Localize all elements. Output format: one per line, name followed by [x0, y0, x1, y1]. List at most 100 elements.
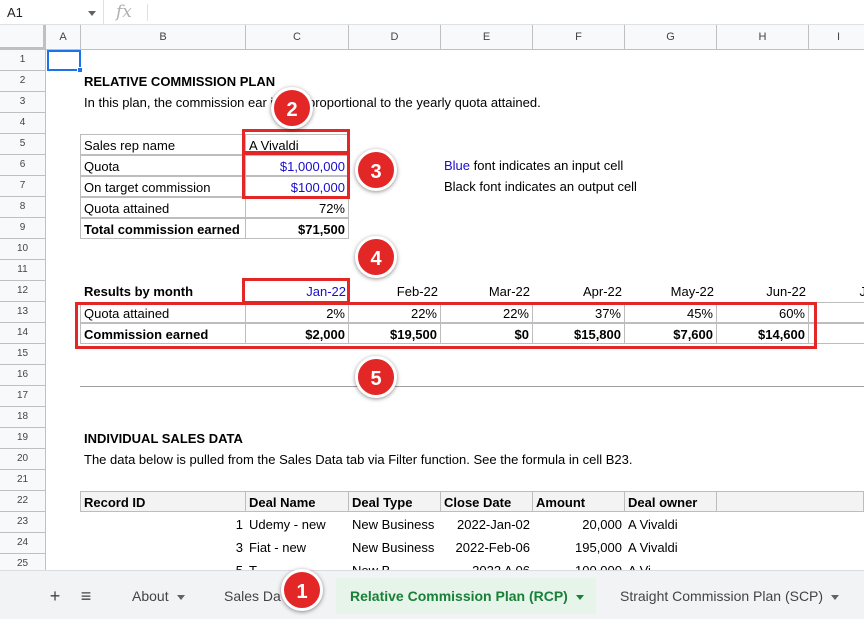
row-header[interactable]: 2 [0, 71, 46, 92]
sales-cell[interactable]: A Vi [625, 560, 654, 570]
chevron-down-icon[interactable] [575, 594, 584, 600]
month-header[interactable]: J [809, 281, 864, 302]
spreadsheet-grid[interactable]: A B C D E F G H I 1 2 3 4 5 6 7 8 9 10 1… [0, 25, 864, 570]
annotation-badge-4: 4 [355, 236, 397, 278]
row-header[interactable]: 23 [0, 512, 46, 533]
row-header[interactable]: 25 [0, 554, 46, 570]
selected-cell-a1[interactable] [47, 50, 81, 71]
month-header[interactable]: Jun-22 [717, 281, 809, 302]
column-header-g[interactable]: G [625, 25, 717, 50]
month-header[interactable]: Mar-22 [441, 281, 533, 302]
column-header-d[interactable]: D [349, 25, 441, 50]
row-header[interactable]: 8 [0, 197, 46, 218]
sales-description: The data below is pulled from the Sales … [84, 452, 633, 467]
row-header[interactable]: 19 [0, 428, 46, 449]
tab-rcp-label: Relative Commission Plan (RCP) [350, 588, 568, 604]
row-header[interactable]: 22 [0, 491, 46, 512]
month-header[interactable]: Apr-22 [533, 281, 625, 302]
column-header-h[interactable]: H [717, 25, 809, 50]
row-header[interactable]: 17 [0, 386, 46, 407]
legend-black: Black font indicates an output cell [444, 179, 637, 194]
total-commission-label[interactable]: Total commission earned [80, 218, 246, 239]
row-header[interactable]: 14 [0, 323, 46, 344]
section-divider-line [80, 386, 864, 387]
row-header[interactable]: 21 [0, 470, 46, 491]
sales-cell[interactable]: New Business [349, 537, 437, 558]
sales-cell[interactable]: 2022-Jan-02 [441, 514, 533, 535]
add-sheet-icon[interactable]: + [44, 585, 66, 607]
sales-cell[interactable]: 5 [81, 560, 246, 570]
sales-cell[interactable]: New B [349, 560, 393, 570]
row-header[interactable]: 1 [0, 50, 46, 71]
sales-header-record-id[interactable]: Record ID [80, 491, 246, 512]
rep-name-label[interactable]: Sales rep name [80, 134, 246, 155]
row-header[interactable]: 3 [0, 92, 46, 113]
otc-label[interactable]: On target commission [80, 176, 246, 197]
select-all-corner[interactable] [0, 25, 46, 50]
sales-cell[interactable]: 3 [81, 537, 246, 558]
sales-cell[interactable]: 1 [81, 514, 246, 535]
row-header[interactable]: 7 [0, 176, 46, 197]
quota-label[interactable]: Quota [80, 155, 246, 176]
tab-scp-label: Straight Commission Plan (SCP) [620, 588, 824, 604]
tab-relative-commission-plan[interactable]: Relative Commission Plan (RCP) [336, 578, 596, 614]
annotation-box-inputs [242, 151, 350, 199]
sales-cell[interactable]: 2022 A 06 [441, 560, 533, 570]
sales-cell[interactable]: A Vivaldi [625, 537, 681, 558]
column-header-b[interactable]: B [81, 25, 246, 50]
annotation-box-jan [242, 278, 350, 304]
column-header-i[interactable]: I [809, 25, 864, 50]
sales-header-deal-name[interactable]: Deal Name [245, 491, 349, 512]
month-header[interactable]: Feb-22 [349, 281, 441, 302]
row-header[interactable]: 6 [0, 155, 46, 176]
total-commission-cell[interactable]: $71,500 [245, 218, 349, 239]
sales-cell[interactable]: 2022-Feb-06 [441, 537, 533, 558]
quota-attained-cell[interactable]: 72% [245, 197, 349, 218]
results-header[interactable]: Results by month [81, 281, 196, 302]
sales-cell[interactable]: A Vivaldi [625, 514, 681, 535]
sales-header-amount[interactable]: Amount [532, 491, 625, 512]
sales-header-deal-owner[interactable]: Deal owner [624, 491, 717, 512]
row-header[interactable]: 5 [0, 134, 46, 155]
tab-about[interactable]: About [118, 578, 206, 614]
sales-header-empty[interactable] [716, 491, 864, 512]
sales-cell[interactable]: 100,000 [533, 560, 625, 570]
annotation-box-results [75, 302, 817, 349]
sales-cell[interactable]: 20,000 [533, 514, 625, 535]
tab-straight-commission-plan[interactable]: Straight Commission Plan (SCP) [606, 578, 864, 614]
sales-header-close-date[interactable]: Close Date [440, 491, 533, 512]
legend-blue: Blue font indicates an input cell [441, 155, 626, 176]
row-header[interactable]: 16 [0, 365, 46, 386]
fx-icon: fx [116, 2, 132, 22]
row-header[interactable]: 15 [0, 344, 46, 365]
column-header-c[interactable]: C [246, 25, 349, 50]
all-sheets-icon[interactable]: ≡ [75, 585, 97, 607]
sales-cell[interactable]: New Business [349, 514, 437, 535]
row-header[interactable]: 12 [0, 281, 46, 302]
column-header-e[interactable]: E [441, 25, 533, 50]
chevron-down-icon[interactable] [88, 11, 96, 16]
row-header[interactable]: 4 [0, 113, 46, 134]
row-header[interactable]: 11 [0, 260, 46, 281]
sales-cell[interactable]: Fiat - new [246, 537, 309, 558]
month-header[interactable]: May-22 [625, 281, 717, 302]
row-header[interactable]: 9 [0, 218, 46, 239]
row-header[interactable]: 18 [0, 407, 46, 428]
tab-sales-data[interactable]: Sales Da [210, 578, 290, 614]
row-header[interactable]: 24 [0, 533, 46, 554]
legend-blue-word: Blue [444, 158, 471, 173]
legend-blue-rest: font indicates an input cell [470, 158, 624, 173]
row-header[interactable]: 10 [0, 239, 46, 260]
sales-cell[interactable]: T [246, 560, 260, 570]
column-header-f[interactable]: F [533, 25, 625, 50]
sales-cell[interactable]: Udemy - new [246, 514, 329, 535]
chevron-down-icon[interactable] [176, 594, 185, 600]
sales-header-deal-type[interactable]: Deal Type [348, 491, 441, 512]
row-header[interactable]: 13 [0, 302, 46, 323]
chevron-down-icon[interactable] [831, 594, 840, 600]
sales-cell[interactable]: 195,000 [533, 537, 625, 558]
column-header-a[interactable]: A [46, 25, 81, 50]
sheet-tab-bar: + ≡ About Sales Da Relative Commission P… [0, 570, 864, 619]
quota-attained-label[interactable]: Quota attained [80, 197, 246, 218]
row-header[interactable]: 20 [0, 449, 46, 470]
